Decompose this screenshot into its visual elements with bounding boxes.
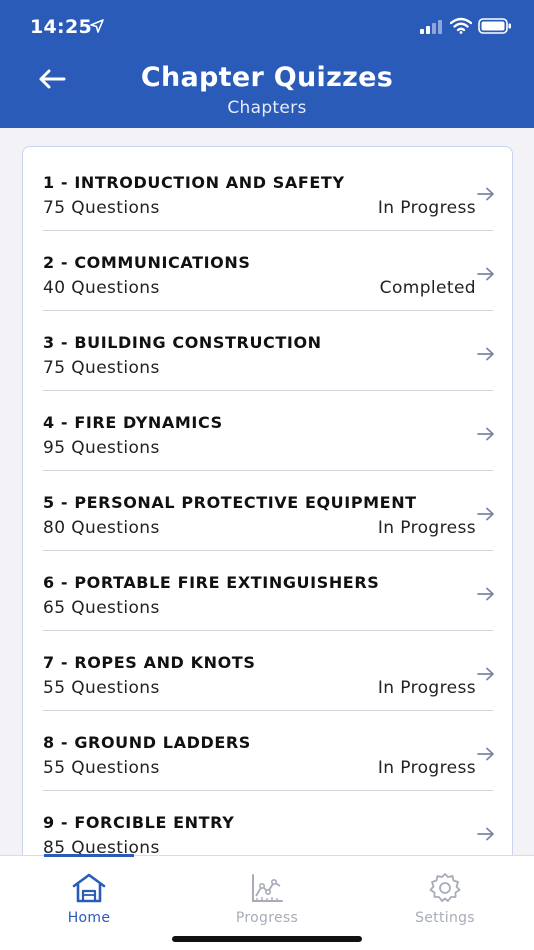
chapter-title: 4 - FIRE DYNAMICS [43, 413, 223, 432]
chevron-arrow-icon [477, 587, 494, 601]
chevron-arrow-icon [477, 187, 494, 201]
chapter-status: In Progress [377, 758, 476, 778]
progress-chart-icon [252, 874, 283, 902]
cellular-signal-icon [420, 20, 442, 34]
chapter-status: Completed [379, 278, 476, 298]
tab-settings[interactable]: Settings [380, 872, 510, 926]
battery-icon [478, 18, 511, 34]
gear-icon [429, 873, 461, 902]
chapter-title: 2 - COMMUNICATIONS [43, 253, 251, 272]
chapter-status: In Progress [377, 678, 476, 698]
navigation-header: 14:25 Chapter Quizzes Chapters [0, 0, 534, 128]
chevron-arrow-icon [477, 267, 494, 281]
chapter-question-count: 75 Questions [43, 358, 160, 378]
chapter-row[interactable]: 1 - INTRODUCTION AND SAFETY 75 Questions… [43, 151, 494, 231]
chapter-title: 9 - FORCIBLE ENTRY [43, 813, 235, 832]
page-title: Chapter Quizzes [140, 62, 394, 93]
chapter-row[interactable]: 6 - PORTABLE FIRE EXTINGUISHERS 65 Quest… [43, 551, 494, 631]
chapter-title: 3 - BUILDING CONSTRUCTION [43, 333, 322, 352]
chapter-title: 1 - INTRODUCTION AND SAFETY [43, 173, 345, 192]
tab-progress[interactable]: Progress [202, 872, 332, 926]
chevron-arrow-icon [477, 827, 494, 841]
chapter-status: In Progress [377, 518, 476, 538]
chevron-arrow-icon [477, 667, 494, 681]
active-tab-indicator [44, 854, 134, 857]
chapter-question-count: 95 Questions [43, 438, 160, 458]
tab-settings-label: Settings [415, 910, 475, 926]
chapter-question-count: 65 Questions [43, 598, 160, 618]
status-time: 14:25 [30, 16, 92, 38]
chapter-list: 1 - INTRODUCTION AND SAFETY 75 Questions… [22, 146, 513, 866]
tab-progress-label: Progress [235, 910, 299, 926]
chapter-title: 6 - PORTABLE FIRE EXTINGUISHERS [43, 573, 380, 592]
chapter-title: 8 - GROUND LADDERS [43, 733, 251, 752]
home-indicator[interactable] [172, 936, 362, 942]
chapter-question-count: 80 Questions [43, 518, 160, 538]
chapter-question-count: 55 Questions [43, 678, 160, 698]
chapter-status: In Progress [377, 198, 476, 218]
home-icon [72, 873, 106, 903]
wifi-icon [450, 17, 472, 34]
chevron-arrow-icon [477, 507, 494, 521]
location-arrow-icon [90, 19, 104, 33]
chapter-title: 5 - PERSONAL PROTECTIVE EQUIPMENT [43, 493, 417, 512]
tab-home-label: Home [67, 910, 111, 926]
status-bar: 14:25 [0, 0, 534, 52]
chapter-question-count: 75 Questions [43, 198, 160, 218]
chapter-row[interactable]: 4 - FIRE DYNAMICS 95 Questions [43, 391, 494, 471]
chevron-arrow-icon [477, 747, 494, 761]
chapter-row[interactable]: 3 - BUILDING CONSTRUCTION 75 Questions [43, 311, 494, 391]
chevron-arrow-icon [477, 427, 494, 441]
chapter-question-count: 40 Questions [43, 278, 160, 298]
chapter-row[interactable]: 2 - COMMUNICATIONS 40 Questions Complete… [43, 231, 494, 311]
tab-home[interactable]: Home [24, 872, 154, 926]
chevron-arrow-icon [477, 347, 494, 361]
chapter-row[interactable]: 5 - PERSONAL PROTECTIVE EQUIPMENT 80 Que… [43, 471, 494, 551]
chapter-row[interactable]: 8 - GROUND LADDERS 55 Questions In Progr… [43, 711, 494, 791]
chapter-row[interactable]: 7 - ROPES AND KNOTS 55 Questions In Prog… [43, 631, 494, 711]
page-subtitle: Chapters [227, 98, 307, 118]
chapter-title: 7 - ROPES AND KNOTS [43, 653, 256, 672]
chapter-question-count: 55 Questions [43, 758, 160, 778]
